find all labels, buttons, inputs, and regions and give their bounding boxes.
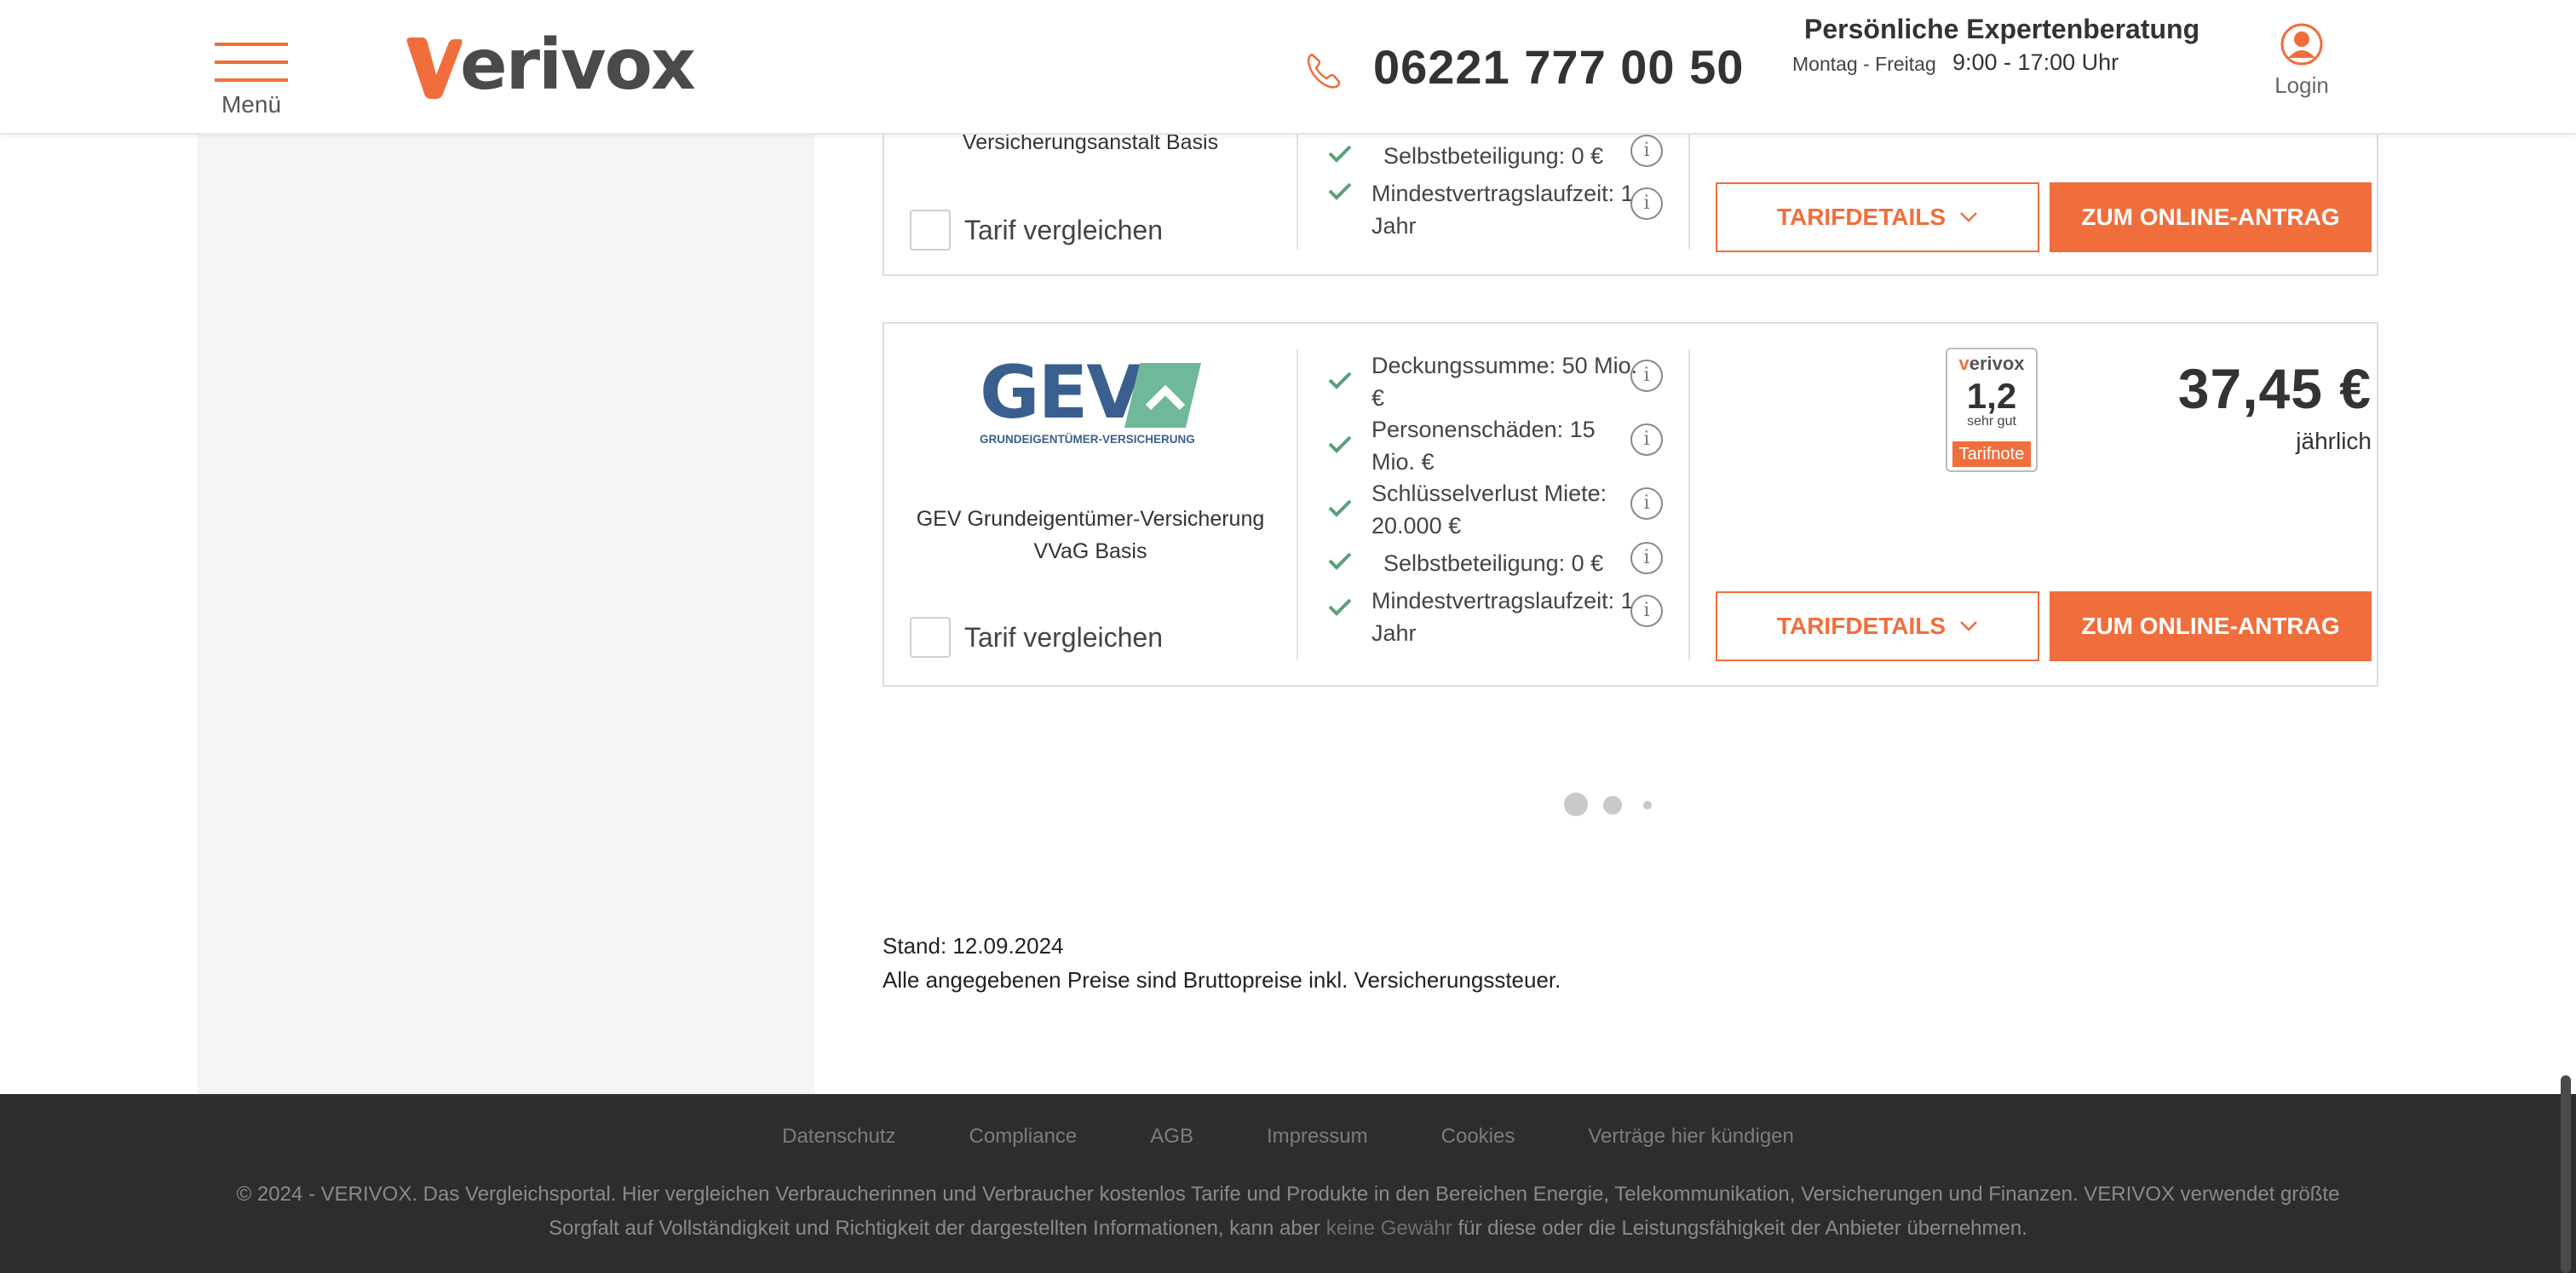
provider-logo: GEV GRUNDEIGENTÜMER-VERSICHERUNG <box>980 356 1205 446</box>
footer-links: Datenschutz Compliance AGB Impressum Coo… <box>0 1125 2576 1149</box>
compare-label: Tarif vergleichen <box>964 214 1163 245</box>
info-icon[interactable]: i <box>1630 595 1663 627</box>
info-icon[interactable]: i <box>1630 187 1663 220</box>
feature-text: Deckungssumme: 50 Mio. € <box>1371 353 1638 411</box>
expert-consulting-title: Persönliche Expertenberatung <box>1804 14 2200 44</box>
tariff-details-label: TARIFDETAILS <box>1776 613 1946 639</box>
footer-link-impressum[interactable]: Impressum <box>1267 1125 1368 1149</box>
verivox-v-icon <box>406 37 463 99</box>
compare-checkbox[interactable]: Tarif vergleichen <box>910 210 1163 251</box>
footer-link-datenschutz[interactable]: Datenschutz <box>782 1125 895 1149</box>
tariff-card: GEV GRUNDEIGENTÜMER-VERSICHERUNG GEV Gru… <box>883 322 2378 687</box>
check-icon <box>1328 435 1352 453</box>
tariff-details-button[interactable]: TARIFDETAILS <box>1716 182 2039 252</box>
pagination-dot[interactable] <box>1603 796 1622 815</box>
opening-hours: 9:00 - 17:00 Uhr <box>1952 49 2119 75</box>
tariff-details-button[interactable]: TARIFDETAILS <box>1716 591 2039 661</box>
stand-date: Stand: 12.09.2024 <box>883 933 1064 959</box>
login-label: Login <box>2274 72 2329 98</box>
info-icon[interactable]: i <box>1630 423 1663 456</box>
menu-button[interactable]: Menü <box>213 43 290 118</box>
column-divider <box>1297 349 1298 660</box>
compare-checkbox[interactable]: Tarif vergleichen <box>910 617 1163 658</box>
check-icon <box>1328 598 1352 616</box>
verivox-logo[interactable]: erivox <box>404 25 696 106</box>
price: 37,45 € <box>2177 357 2372 420</box>
keine-gewaehr-link[interactable]: keine Gewähr <box>1326 1217 1452 1240</box>
hamburger-icon-bar <box>215 78 288 82</box>
opening-days: Montag - Freitag <box>1792 53 1936 75</box>
info-icon[interactable]: i <box>1630 542 1663 574</box>
hamburger-icon <box>215 43 288 46</box>
info-icon[interactable]: i <box>1630 487 1663 520</box>
hamburger-icon-bar <box>215 60 288 64</box>
badge-brand: verivox <box>1958 353 2025 374</box>
tariff-details-label: TARIFDETAILS <box>1776 204 1946 230</box>
check-icon <box>1328 372 1352 389</box>
login-button[interactable]: Login <box>2268 22 2336 99</box>
info-icon[interactable]: i <box>1630 135 1663 167</box>
chevron-down-icon <box>1960 621 1977 631</box>
column-divider <box>1688 349 1690 660</box>
gev-house-icon <box>1124 363 1201 428</box>
pagination-dot[interactable] <box>1564 792 1588 816</box>
check-icon <box>1328 552 1352 570</box>
phone-icon <box>1307 53 1341 89</box>
feature-text: Schlüsselverlust Miete: 20.000 € <box>1371 481 1607 539</box>
copyright-part-2: für diese oder die Leistungsfähigkeit de… <box>1458 1217 2027 1240</box>
copyright-text: © 2024 - VERIVOX. Das Vergleichsportal. … <box>204 1178 2372 1246</box>
provider-name: GEV Grundeigentümer-Versicherung VVaG Ba… <box>916 507 1265 563</box>
site-footer: Datenschutz Compliance AGB Impressum Coo… <box>0 1094 2576 1273</box>
site-header: Menü erivox 06221 777 00 50 Persönliche … <box>0 0 2576 135</box>
logo-wordmark: erivox <box>460 25 696 106</box>
filter-sidebar <box>198 135 814 1094</box>
online-application-label: ZUM ONLINE-ANTRAG <box>2081 613 2340 639</box>
user-icon <box>2280 23 2323 66</box>
footer-link-agb[interactable]: AGB <box>1150 1125 1193 1149</box>
feature-text: Personenschäden: 15 Mio. € <box>1371 417 1596 475</box>
info-icon[interactable]: i <box>1630 360 1663 392</box>
price-period: jährlich <box>2296 428 2372 454</box>
online-application-button[interactable]: ZUM ONLINE-ANTRAG <box>2050 591 2372 661</box>
tariff-grade-label: Tarifnote <box>1952 441 2031 467</box>
checkbox[interactable] <box>910 210 951 251</box>
pagination-dot[interactable] <box>1643 801 1652 809</box>
gross-price-note: Alle angegebenen Preise sind Bruttopreis… <box>883 967 1561 993</box>
scrollbar-thumb[interactable] <box>2561 1075 2571 1273</box>
compare-label: Tarif vergleichen <box>964 621 1163 653</box>
feature-text: Mindestvertragslaufzeit: 1 Jahr <box>1371 181 1634 239</box>
footer-link-cookies[interactable]: Cookies <box>1441 1125 1515 1149</box>
hotline-number[interactable]: 06221 777 00 50 <box>1373 39 1744 95</box>
feature-text: Selbstbeteiligung: 0 € <box>1383 550 1604 576</box>
check-icon <box>1328 145 1352 163</box>
tariff-grade: 1,2 <box>1966 376 2017 416</box>
chevron-down-icon <box>1960 212 1977 222</box>
grade-text: sehr gut <box>1967 414 2016 429</box>
menu-label: Menü <box>221 91 282 118</box>
price-note: Stand: 12.09.2024 Alle angegebenen Preis… <box>883 929 1561 997</box>
online-application-label: ZUM ONLINE-ANTRAG <box>2081 204 2340 230</box>
check-icon <box>1328 182 1352 200</box>
footer-link-kuendigen[interactable]: Verträge hier kündigen <box>1588 1125 1794 1149</box>
checkbox[interactable] <box>910 617 951 658</box>
footer-link-compliance[interactable]: Compliance <box>969 1125 1078 1149</box>
gev-logo-subtext: GRUNDEIGENTÜMER-VERSICHERUNG <box>980 433 1195 446</box>
online-application-button[interactable]: ZUM ONLINE-ANTRAG <box>2050 182 2372 252</box>
feature-text: Mindestvertragslaufzeit: 1 Jahr <box>1371 588 1634 646</box>
check-icon <box>1328 499 1352 517</box>
tariff-grade-badge: verivox 1,2 sehr gut Tarifnote <box>1946 348 2038 472</box>
feature-text: Selbstbeteiligung: 0 € <box>1383 143 1604 169</box>
gev-logo-text: GEV <box>980 350 1143 435</box>
